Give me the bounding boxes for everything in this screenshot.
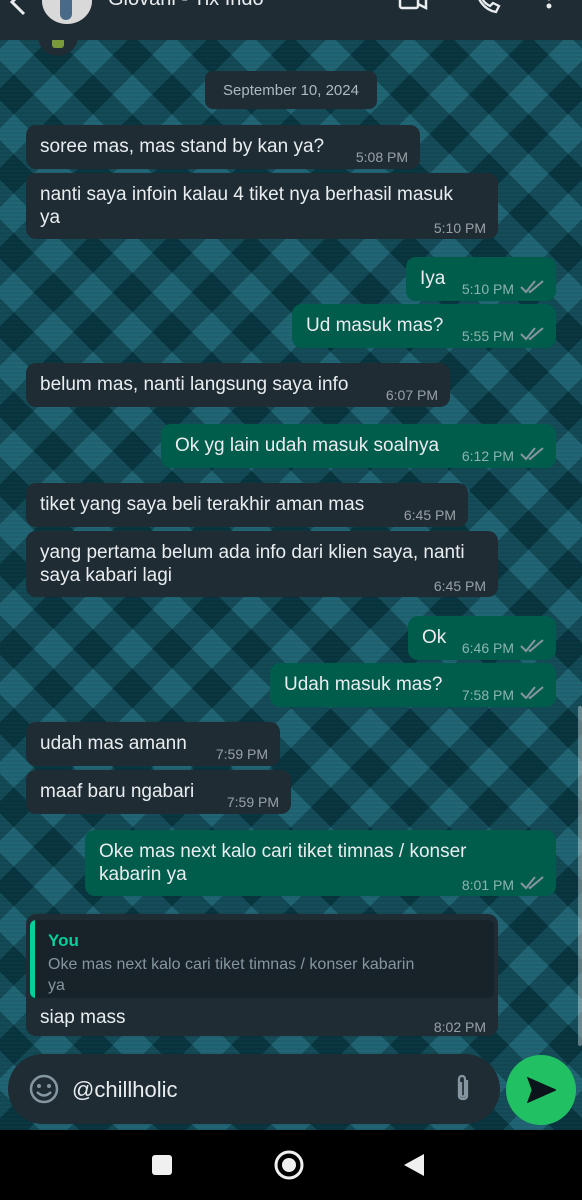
square-icon[interactable] xyxy=(146,1149,178,1181)
more-vertical-icon[interactable] xyxy=(534,0,564,16)
message-incoming[interactable]: maaf baru ngabari 7:59 PM xyxy=(26,770,291,814)
scrollbar-thumb[interactable] xyxy=(578,706,582,1046)
message-incoming-reply[interactable]: You Oke mas next kalo cari tiket timnas … xyxy=(26,914,498,1036)
message-composer xyxy=(8,1054,500,1124)
double-check-icon xyxy=(520,639,544,653)
quote-accent-bar xyxy=(30,920,35,998)
message-time: 7:58 PM xyxy=(461,687,514,703)
quote-text-line: Oke mas next kalo cari tiket timnas / ko… xyxy=(48,956,415,973)
message-text: siap mass xyxy=(40,1007,126,1028)
message-outgoing[interactable]: Ok yg lain udah masuk soalnya 6:12 PM xyxy=(161,424,556,468)
message-input[interactable] xyxy=(70,1066,434,1114)
double-check-icon xyxy=(520,327,544,341)
message-text-line: saya kabari lagi xyxy=(40,565,173,586)
message-text: Ok yg lain udah masuk soalnya xyxy=(175,435,440,456)
message-text: Iya xyxy=(420,268,446,289)
system-nav-bar xyxy=(0,1130,582,1200)
chat-area[interactable]: September 10, 2024 soree mas, mas stand … xyxy=(0,40,582,1130)
message-text: maaf baru ngabari xyxy=(40,781,195,802)
double-check-icon xyxy=(520,447,544,461)
message-text: soree mas, mas stand by kan ya? xyxy=(40,136,325,157)
double-check-icon xyxy=(520,876,544,890)
message-time: 6:45 PM xyxy=(403,507,456,523)
avatar[interactable] xyxy=(42,0,92,24)
double-check-icon xyxy=(520,686,544,700)
phone-call-icon[interactable] xyxy=(472,0,502,16)
message-text: belum mas, nanti langsung saya info xyxy=(40,374,349,395)
paperclip-icon[interactable] xyxy=(448,1071,478,1107)
quoted-message[interactable]: You Oke mas next kalo cari tiket timnas … xyxy=(30,920,494,998)
message-incoming[interactable]: belum mas, nanti langsung saya info 6:07… xyxy=(26,363,450,407)
message-text: Ok xyxy=(422,627,447,648)
message-text: tiket yang saya beli terakhir aman mas xyxy=(40,494,365,515)
message-time: 5:10 PM xyxy=(461,281,514,297)
message-time: 7:59 PM xyxy=(226,794,279,810)
message-time: 6:45 PM xyxy=(433,578,486,594)
message-text: Udah masuk mas? xyxy=(284,674,443,695)
contact-name[interactable]: Giovani - Tix Indo xyxy=(108,0,264,11)
double-check-icon xyxy=(520,280,544,294)
message-time: 6:46 PM xyxy=(461,640,514,656)
back-arrow-icon[interactable] xyxy=(4,0,34,16)
message-incoming[interactable]: udah mas amann 7:59 PM xyxy=(26,722,280,766)
message-incoming[interactable]: nanti saya infoin kalau 4 tiket nya berh… xyxy=(26,173,498,239)
message-outgoing[interactable]: Ud masuk mas? 5:55 PM xyxy=(292,304,556,348)
chat-header: Giovani - Tix Indo xyxy=(0,0,582,40)
message-outgoing[interactable]: Iya 5:10 PM xyxy=(406,257,556,301)
circle-icon[interactable] xyxy=(273,1149,305,1181)
quote-author: You xyxy=(48,931,79,950)
message-time: 5:08 PM xyxy=(355,149,408,165)
message-text: Ud masuk mas? xyxy=(306,315,444,336)
message-time: 8:02 PM xyxy=(433,1019,486,1035)
message-time: 6:12 PM xyxy=(461,448,514,464)
emoji-icon[interactable] xyxy=(26,1071,62,1107)
message-outgoing[interactable]: Ok 6:46 PM xyxy=(408,616,556,660)
message-incoming[interactable]: tiket yang saya beli terakhir aman mas 6… xyxy=(26,483,468,527)
date-divider: September 10, 2024 xyxy=(205,71,377,109)
send-button[interactable] xyxy=(506,1055,576,1125)
message-outgoing[interactable]: Udah masuk mas? 7:58 PM xyxy=(270,663,556,707)
message-text-line: Oke mas next kalo cari tiket timnas / ko… xyxy=(99,841,467,862)
message-text-line: kabarin ya xyxy=(99,864,187,885)
message-text-line: nanti saya infoin kalau 4 tiket nya berh… xyxy=(40,184,453,205)
quote-text-line: ya xyxy=(48,977,65,994)
message-time: 6:07 PM xyxy=(385,387,438,403)
contact-emoji-badge xyxy=(38,40,78,56)
message-outgoing[interactable]: Oke mas next kalo cari tiket timnas / ko… xyxy=(85,830,556,896)
send-icon xyxy=(526,1076,556,1104)
message-incoming[interactable]: soree mas, mas stand by kan ya? 5:08 PM xyxy=(26,125,420,169)
message-text: udah mas amann xyxy=(40,733,187,754)
video-call-icon[interactable] xyxy=(398,0,428,16)
triangle-back-icon[interactable] xyxy=(398,1149,430,1181)
message-time: 5:55 PM xyxy=(461,328,514,344)
message-time: 7:59 PM xyxy=(215,746,268,762)
message-text-line: ya xyxy=(40,207,61,228)
message-text-line: yang pertama belum ada info dari klien s… xyxy=(40,542,465,563)
message-incoming[interactable]: yang pertama belum ada info dari klien s… xyxy=(26,531,498,597)
message-time: 8:01 PM xyxy=(461,877,514,893)
message-time: 5:10 PM xyxy=(433,220,486,236)
